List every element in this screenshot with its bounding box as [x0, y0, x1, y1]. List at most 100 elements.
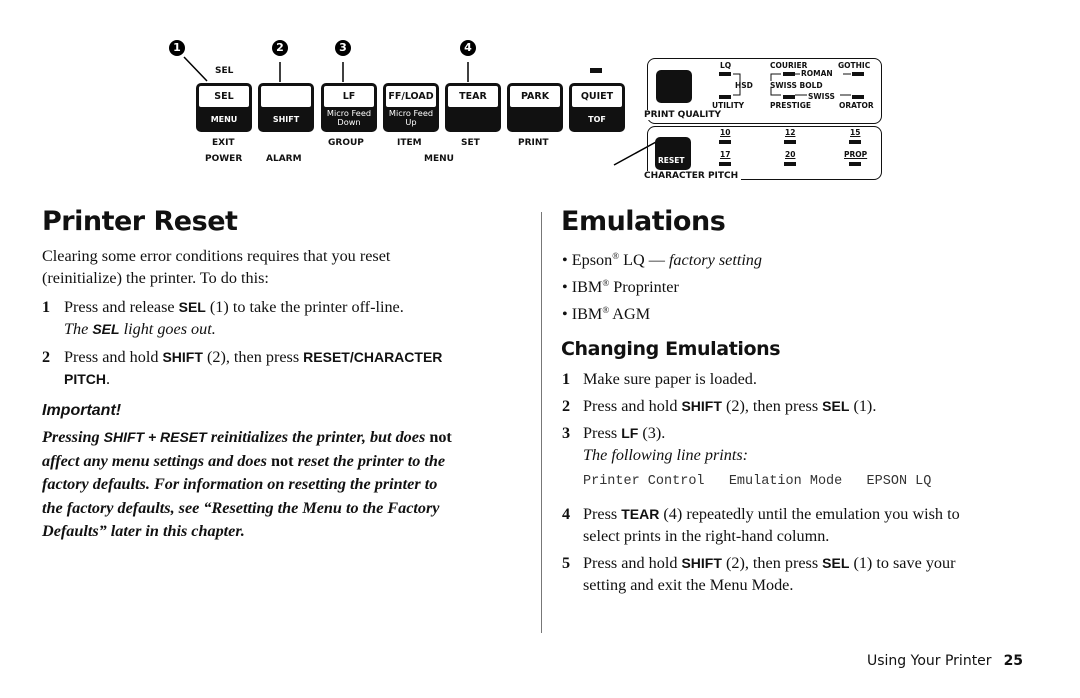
reset-step-2: Press and hold SHIFT (2), then press RES…: [64, 346, 442, 368]
note-text: reset the printer to the: [293, 451, 446, 470]
brand: IBM: [571, 305, 603, 323]
prestige-label: PRESTIGE: [770, 101, 811, 110]
emulation-step-4: Press TEAR (4) repeatedly until the emul…: [583, 503, 960, 525]
note-text: Pressing: [42, 428, 104, 446]
emphasis-not: not: [271, 451, 294, 470]
pitch-15-label: 15: [850, 128, 861, 137]
emulations-heading: Emulations: [561, 206, 726, 237]
emphasis-not: not: [429, 428, 452, 446]
tear-button[interactable]: TEAR: [445, 83, 501, 132]
micro-feed-down-label: Micro Feed Down: [321, 109, 377, 130]
page-footer: Using Your Printer 25: [867, 653, 1023, 669]
park-button[interactable]: PARK: [507, 83, 563, 132]
reset-label: RESET: [658, 156, 685, 165]
step-text: Press and hold: [583, 397, 682, 415]
leader-line-1: [183, 56, 208, 82]
utility-label: UTILITY: [712, 101, 745, 110]
emulation-step-3-note: The following line prints:: [583, 446, 749, 464]
step-number: 5: [562, 554, 571, 572]
intro-line-1: Clearing some error conditions requires …: [42, 247, 391, 265]
orator-label: ORATOR: [839, 101, 874, 110]
print-label: PRINT: [518, 138, 549, 148]
note-text: affect any menu settings and does: [42, 451, 272, 470]
sel-menu-button[interactable]: SEL MENU: [196, 83, 252, 132]
pitch-12-label: 12: [785, 128, 796, 137]
step-text: (2), then press: [202, 348, 304, 366]
menu-label: MENU: [210, 115, 238, 124]
key-sel: SEL: [178, 299, 206, 315]
sel-indicator-label: SEL: [215, 66, 234, 76]
lq-label: LQ: [720, 61, 732, 70]
step-number: 2: [562, 397, 571, 415]
reset-button[interactable]: RESET: [655, 137, 691, 170]
print-quality-button[interactable]: [656, 70, 692, 103]
printed-line-sample: Printer Control Emulation Mode EPSON LQ: [583, 474, 932, 489]
power-label: POWER: [205, 154, 243, 164]
note-text: The: [64, 320, 93, 338]
park-label: PARK: [510, 86, 560, 107]
ff-load-button[interactable]: FF/LOAD Micro Feed Up: [383, 83, 439, 132]
step-number: 2: [42, 348, 51, 366]
quiet-label: QUIET: [572, 86, 622, 107]
important-note: Pressing SHIFT + RESET reinitializes the…: [42, 426, 522, 544]
printer-reset-heading: Printer Reset: [42, 206, 238, 237]
tof-label: TOF: [588, 115, 606, 124]
emulation-step-5-cont: setting and exit the Menu Mode.: [583, 576, 794, 594]
footer-section-title: Using Your Printer: [867, 653, 992, 669]
print-quality-title: PRINT QUALITY: [644, 110, 725, 120]
control-panel-diagram: 1 2 3 4 SEL SEL MENU SHIFT LF Micro Feed…: [0, 0, 1080, 190]
sel-label: SEL: [199, 86, 249, 107]
key-shift: SHIFT: [681, 555, 722, 571]
important-line-2: affect any menu settings and does not re…: [42, 450, 522, 474]
bullet-text: AGM: [609, 305, 651, 323]
changing-emulations-heading: Changing Emulations: [561, 338, 781, 360]
bullet-icon: •: [562, 278, 568, 296]
bullet-icon: •: [562, 305, 568, 323]
pitch-20-label: 20: [785, 150, 796, 159]
pitch-20-led: [784, 162, 796, 166]
key-reset-character: RESET/CHARACTER: [303, 349, 443, 365]
step-text: Press and hold: [583, 554, 682, 572]
key-sel: SEL: [822, 398, 850, 414]
lf-label: LF: [324, 86, 374, 107]
bullet-text: Proprinter: [609, 278, 679, 296]
quiet-tof-button[interactable]: QUIET TOF: [569, 83, 625, 132]
step-number: 1: [42, 298, 51, 316]
shift-cap-blank: [261, 86, 311, 107]
reset-step-2-cont: PITCH.: [64, 368, 110, 390]
pitch-17-label: 17: [720, 150, 731, 159]
group-label: GROUP: [328, 138, 364, 148]
alarm-label: ALARM: [266, 154, 302, 164]
key-lf: LF: [621, 425, 639, 441]
font-arrows: [770, 73, 851, 96]
key-shift: SHIFT: [162, 349, 203, 365]
bullet-text: LQ —: [619, 251, 669, 269]
menu-group-label: MENU: [424, 154, 454, 164]
key-shift: SHIFT: [681, 398, 722, 414]
micro-feed-up-label: Micro Feed Up: [383, 109, 439, 130]
note-text: light goes out.: [119, 320, 216, 338]
important-heading: Important!: [42, 402, 122, 419]
pitch-10-label: 10: [720, 128, 731, 137]
column-divider: [541, 212, 542, 633]
important-line-5: Defaults” later in this chapter.: [42, 522, 245, 540]
set-label: SET: [461, 138, 480, 148]
page-number: 25: [1003, 653, 1024, 669]
ff-load-label: FF/LOAD: [386, 86, 436, 107]
emulation-bullet: • Epson® LQ — factory setting: [562, 245, 762, 271]
step-text: Press: [583, 505, 622, 523]
bullet-icon: •: [562, 251, 568, 269]
step-text: (2), then press: [721, 554, 823, 572]
step-text: (1) to save your: [849, 554, 956, 572]
intro-line-2: (reinitialize) the printer. To do this:: [42, 269, 269, 287]
tear-sub-label: [445, 109, 501, 130]
step-text: Press: [583, 424, 622, 442]
registered-mark: ®: [612, 251, 620, 261]
up-text: Up: [405, 117, 417, 127]
key-sel: SEL: [92, 321, 120, 337]
shift-button[interactable]: SHIFT: [258, 83, 314, 132]
brand: Epson: [571, 251, 613, 269]
lf-button[interactable]: LF Micro Feed Down: [321, 83, 377, 132]
emulation-step-2: Press and hold SHIFT (2), then press SEL…: [583, 395, 876, 417]
step-number: 4: [562, 505, 571, 523]
